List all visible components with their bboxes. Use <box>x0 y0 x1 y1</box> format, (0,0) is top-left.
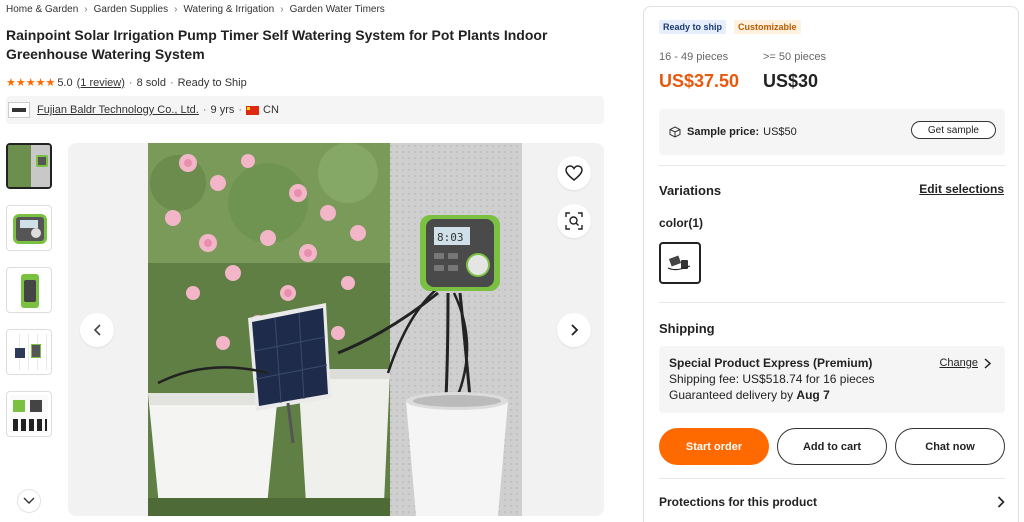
product-title: Rainpoint Solar Irrigation Pump Timer Se… <box>6 27 548 62</box>
customizable-badge: Customizable <box>734 20 801 34</box>
image-search-button[interactable] <box>557 204 591 238</box>
delivery-prefix: Guaranteed delivery by <box>669 388 797 402</box>
supplier-country: CN <box>263 104 279 116</box>
shipping-status: Ready to Ship <box>177 76 247 89</box>
chevron-right-icon <box>570 324 578 336</box>
thumbnail-3[interactable] <box>6 267 52 313</box>
supplier-logo[interactable] <box>8 102 30 118</box>
reviews-link[interactable]: (1 review) <box>77 77 125 89</box>
divider <box>659 478 1005 479</box>
thumbnail-list <box>6 143 54 453</box>
edit-selections-link[interactable]: Edit selections <box>919 182 1004 196</box>
rating-row: ★★★★★ 5.0 (1 review) · 8 sold · Ready to… <box>6 76 247 90</box>
breadcrumb-home-garden[interactable]: Home & Garden <box>6 4 78 15</box>
separator-dot: · <box>238 104 243 116</box>
protections-row[interactable]: Protections for this product <box>659 495 1005 509</box>
get-sample-button[interactable]: Get sample <box>910 121 996 139</box>
chat-now-button[interactable]: Chat now <box>895 428 1005 465</box>
breadcrumb-garden-supplies[interactable]: Garden Supplies <box>94 4 169 15</box>
main-product-image: 8:03 <box>68 143 604 516</box>
color-label: color(1) <box>659 216 704 230</box>
sample-price-value: US$50 <box>763 126 797 138</box>
thumbnail-1[interactable] <box>6 143 52 189</box>
sample-price-label: Sample price: <box>687 126 760 138</box>
breadcrumb: Home & Garden › Garden Supplies › Wateri… <box>6 4 385 15</box>
badges: Ready to ship Customizable <box>659 20 801 34</box>
previous-image-button[interactable] <box>80 313 114 347</box>
heart-icon <box>565 165 583 181</box>
chevron-right-icon: › <box>174 4 178 15</box>
thumbnail-scroll-down-button[interactable] <box>17 489 41 513</box>
breadcrumb-garden-water-timers[interactable]: Garden Water Timers <box>290 4 385 15</box>
supplier-years: 9 yrs <box>210 104 235 116</box>
sold-count: 8 sold <box>136 76 166 89</box>
tier-1-quantity: 16 - 49 pieces <box>659 51 729 63</box>
ready-to-ship-badge: Ready to ship <box>659 20 727 34</box>
china-flag-icon <box>246 105 260 115</box>
chevron-left-icon <box>93 324 101 336</box>
variations-title: Variations <box>659 183 722 198</box>
delivery-guarantee: Guaranteed delivery by Aug 7 <box>669 387 995 403</box>
tier-2-quantity: >= 50 pieces <box>763 51 826 63</box>
breadcrumb-watering-irrigation[interactable]: Watering & Irrigation <box>183 4 274 15</box>
product-photo: 8:03 <box>148 143 522 516</box>
tier-1-price: US$37.50 <box>659 71 740 91</box>
scan-search-icon <box>565 212 583 230</box>
supplier-name-link[interactable]: Fujian Baldr Technology Co., Ltd. <box>37 104 199 116</box>
add-to-cart-button[interactable]: Add to cart <box>777 428 887 465</box>
purchase-panel: Ready to ship Customizable 16 - 49 piece… <box>643 6 1019 522</box>
sample-price-box: Sample price: US$50 Get sample <box>659 109 1005 155</box>
protections-title: Protections for this product <box>659 495 818 509</box>
separator-dot: · <box>128 76 133 89</box>
chevron-right-icon: › <box>84 4 88 15</box>
chevron-right-icon <box>984 357 991 369</box>
chevron-down-icon <box>23 497 35 504</box>
next-image-button[interactable] <box>557 313 591 347</box>
start-order-button[interactable]: Start order <box>659 428 769 465</box>
star-rating-icon: ★★★★★ <box>6 77 56 89</box>
favorite-button[interactable] <box>557 156 591 190</box>
change-label: Change <box>939 357 978 369</box>
separator-dot: · <box>202 104 207 116</box>
box-icon <box>669 126 681 138</box>
delivery-date: Aug 7 <box>796 388 830 402</box>
product-photo-illustration: 8:03 <box>148 143 522 516</box>
chevron-right-icon <box>997 496 1005 508</box>
shipping-fee: Shipping fee: US$518.74 for 16 pieces <box>669 372 875 386</box>
thumbnail-2[interactable] <box>6 205 52 251</box>
rating-value: 5.0 <box>57 76 73 89</box>
svg-text:8:03: 8:03 <box>437 231 464 244</box>
shipping-title: Shipping <box>659 321 715 336</box>
divider <box>659 302 1005 303</box>
chevron-right-icon: › <box>280 4 284 15</box>
shipping-box: Special Product Express (Premium) Change… <box>659 346 1005 413</box>
supplier-bar: Fujian Baldr Technology Co., Ltd. · 9 yr… <box>6 96 604 124</box>
separator-dot: · <box>169 76 174 89</box>
tier-2-price: US$30 <box>763 71 819 91</box>
color-swatch-1[interactable] <box>659 242 701 284</box>
thumbnail-4[interactable] <box>6 329 52 375</box>
product-variant-image <box>667 255 691 271</box>
thumbnail-5[interactable] <box>6 391 52 437</box>
change-shipping-link[interactable]: Change <box>939 355 991 371</box>
divider <box>659 165 1005 166</box>
